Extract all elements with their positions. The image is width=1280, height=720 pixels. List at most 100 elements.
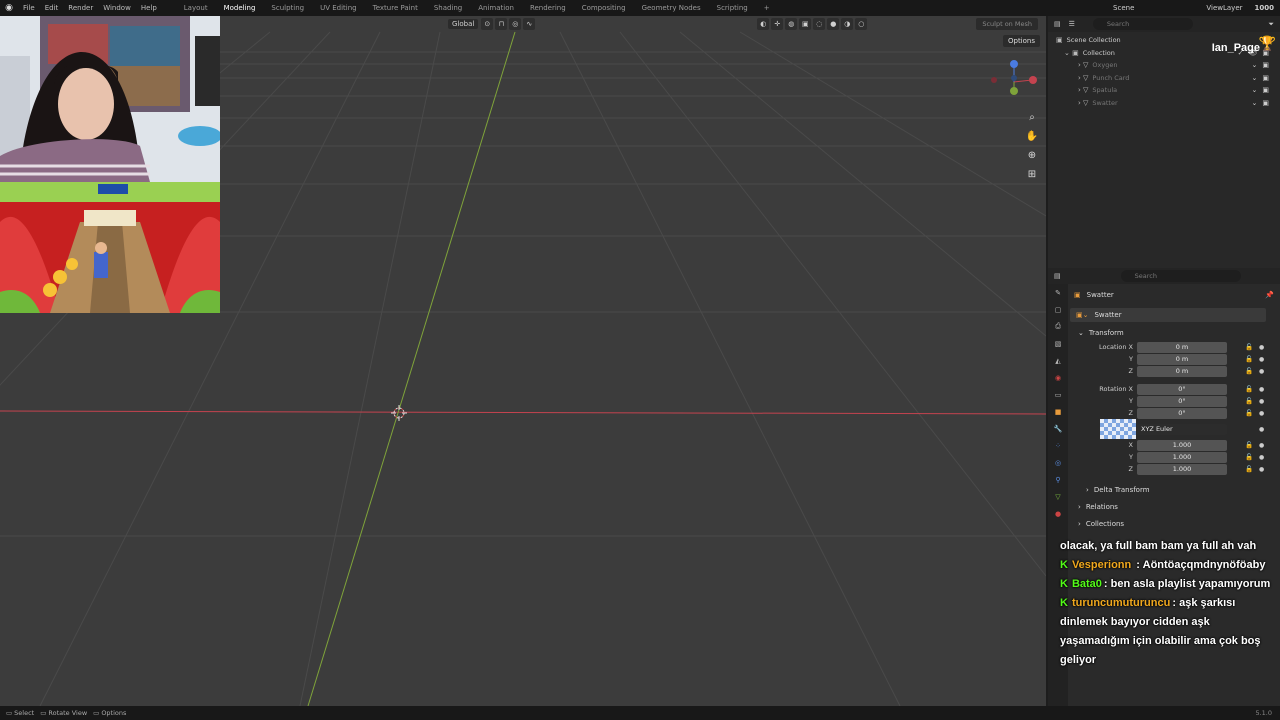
keyframe-dot-icon[interactable]: ● — [1259, 344, 1264, 351]
tab-scripting[interactable]: Scripting — [709, 0, 756, 16]
lock-icon[interactable]: 🔓 — [1245, 367, 1253, 375]
keyframe-dot-icon[interactable]: ● — [1259, 398, 1264, 405]
keyframe-dot-icon[interactable]: ● — [1259, 426, 1264, 433]
blender-logo-icon[interactable]: ◉ — [0, 0, 18, 16]
lock-icon[interactable]: 🔓 — [1245, 355, 1253, 363]
shading-material-icon[interactable]: ◑ — [841, 18, 854, 30]
pan-hand-icon[interactable]: ✋ — [1024, 128, 1040, 144]
shading-rendered-icon[interactable]: ○ — [855, 18, 868, 30]
tab-geometry-nodes[interactable]: Geometry Nodes — [634, 0, 709, 16]
lock-icon[interactable]: 🔓 — [1245, 409, 1253, 417]
display-mode-icon[interactable]: ☰ — [1069, 20, 1075, 28]
pivot-icon[interactable]: ⊙ — [481, 18, 494, 30]
transform-orientation-dropdown[interactable]: Global — [448, 19, 479, 29]
outliner-item-swatter[interactable]: › ▽ Swatter ⌄▣ — [1056, 97, 1280, 110]
outliner-item-punch-card[interactable]: › ▽ Punch Card ⌄▣ — [1056, 72, 1280, 85]
rotation-z-field[interactable]: 0° — [1137, 407, 1227, 419]
scale-x-field[interactable]: 1.000 — [1137, 439, 1227, 451]
world-tab-icon[interactable]: ◉ — [1048, 369, 1068, 386]
keyframe-dot-icon[interactable]: ● — [1259, 356, 1264, 363]
lock-icon[interactable]: 🔓 — [1245, 465, 1253, 473]
perspective-grid-icon[interactable]: ⊞ — [1024, 166, 1040, 182]
keyframe-dot-icon[interactable]: ● — [1259, 410, 1264, 417]
particles-tab-icon[interactable]: ⁘ — [1048, 437, 1068, 454]
tab-texture-paint[interactable]: Texture Paint — [365, 0, 426, 16]
editor-type-icon[interactable]: ▤ — [1054, 20, 1061, 28]
location-y-field[interactable]: 0 m — [1137, 353, 1227, 365]
falloff-icon[interactable]: ∿ — [523, 18, 536, 30]
keyframe-dot-icon[interactable]: ● — [1259, 454, 1264, 461]
menu-render[interactable]: Render — [63, 0, 98, 16]
menu-window[interactable]: Window — [98, 0, 136, 16]
modifier-tab-icon[interactable]: 🔧 — [1048, 420, 1068, 437]
visibility-toggles[interactable]: ⌄▣ — [1252, 61, 1274, 69]
output-tab-icon[interactable]: ⎙ — [1048, 318, 1068, 335]
tab-sculpting[interactable]: Sculpting — [263, 0, 312, 16]
properties-search-input[interactable]: Search — [1120, 270, 1241, 282]
scene-selector[interactable]: Scene — [1107, 4, 1140, 12]
rotation-y-field[interactable]: 0° — [1137, 395, 1227, 407]
outliner-search-input[interactable]: Search — [1092, 18, 1193, 30]
editor-type-icon[interactable]: ▤ — [1054, 272, 1061, 280]
constraints-tab-icon[interactable]: ⚲ — [1048, 471, 1068, 488]
collection-tab-icon[interactable]: ▭ — [1048, 386, 1068, 403]
tab-rendering[interactable]: Rendering — [522, 0, 574, 16]
lock-icon[interactable]: 🔓 — [1245, 453, 1253, 461]
lock-icon[interactable]: 🔓 — [1245, 343, 1253, 351]
proportional-icon[interactable]: ◎ — [509, 18, 522, 30]
rotation-mode-dropdown[interactable]: XYZ Euler — [1137, 423, 1227, 435]
relations-section[interactable]: › Relations — [1070, 498, 1280, 515]
scale-y-field[interactable]: 1.000 — [1137, 451, 1227, 463]
menu-help[interactable]: Help — [136, 0, 162, 16]
tab-uv-editing[interactable]: UV Editing — [312, 0, 365, 16]
snap-icon[interactable]: ⊓ — [495, 18, 508, 30]
viewlayer-selector[interactable]: ViewLayer — [1200, 4, 1248, 12]
collections-section[interactable]: › Collections — [1070, 515, 1280, 532]
tool-tab-icon[interactable]: ✎ — [1048, 284, 1068, 301]
gizmo-toggle-icon[interactable]: ✛ — [771, 18, 784, 30]
lock-icon[interactable]: 🔓 — [1245, 397, 1253, 405]
keyframe-dot-icon[interactable]: ● — [1259, 442, 1264, 449]
transform-section-header[interactable]: ⌄ Transform — [1070, 324, 1280, 341]
tab-modeling[interactable]: Modeling — [216, 0, 264, 16]
tab-layout[interactable]: Layout — [176, 0, 216, 16]
location-z-field[interactable]: 0 m — [1137, 365, 1227, 377]
tab-shading[interactable]: Shading — [426, 0, 470, 16]
shading-wireframe-icon[interactable]: ◌ — [813, 18, 826, 30]
viewport-options-button[interactable]: Options — [1002, 35, 1040, 47]
lock-icon[interactable]: 🔓 — [1245, 385, 1253, 393]
view-layer-tab-icon[interactable]: ▧ — [1048, 335, 1068, 352]
render-tab-icon[interactable]: ▢ — [1048, 301, 1068, 318]
keyframe-dot-icon[interactable]: ● — [1259, 368, 1264, 375]
keyframe-dot-icon[interactable]: ● — [1259, 386, 1264, 393]
visibility-toggles[interactable]: ⌄▣ — [1252, 86, 1274, 94]
outliner-item-spatula[interactable]: › ▽ Spatula ⌄▣ — [1056, 84, 1280, 97]
lock-icon[interactable]: 🔓 — [1245, 441, 1253, 449]
location-x-field[interactable]: 0 m — [1137, 341, 1227, 353]
material-tab-icon[interactable]: ● — [1048, 505, 1068, 522]
camera-view-icon[interactable]: ⊕ — [1024, 147, 1040, 163]
zoom-icon[interactable]: ⌕ — [1024, 109, 1040, 125]
overlays-icon[interactable]: ◍ — [785, 18, 798, 30]
scale-z-field[interactable]: 1.000 — [1137, 463, 1227, 475]
physics-tab-icon[interactable]: ◎ — [1048, 454, 1068, 471]
delta-transform-section[interactable]: › Delta Transform — [1070, 481, 1280, 498]
object-name-field[interactable]: ▣⌄ Swatter — [1070, 308, 1266, 322]
rotation-x-field[interactable]: 0° — [1137, 383, 1227, 395]
scene-tab-icon[interactable]: ◭ — [1048, 352, 1068, 369]
keyframe-dot-icon[interactable]: ● — [1259, 466, 1264, 473]
visibility-toggles[interactable]: ⌄▣ — [1252, 74, 1274, 82]
xray-icon[interactable]: ▣ — [799, 18, 812, 30]
filter-icon[interactable]: ⏷ — [1268, 20, 1274, 29]
object-tab-icon[interactable]: ■ — [1048, 403, 1068, 420]
tab-animation[interactable]: Animation — [470, 0, 522, 16]
pin-icon[interactable]: 📌 — [1265, 291, 1274, 299]
data-tab-icon[interactable]: ▽ — [1048, 488, 1068, 505]
menu-edit[interactable]: Edit — [40, 0, 64, 16]
visibility-toggles[interactable]: ⌄▣ — [1252, 99, 1274, 107]
tab-compositing[interactable]: Compositing — [574, 0, 634, 16]
visibility-icon[interactable]: ◐ — [757, 18, 770, 30]
shading-solid-icon[interactable]: ● — [827, 18, 840, 30]
add-workspace-icon[interactable]: + — [756, 0, 778, 16]
menu-file[interactable]: File — [18, 0, 40, 16]
